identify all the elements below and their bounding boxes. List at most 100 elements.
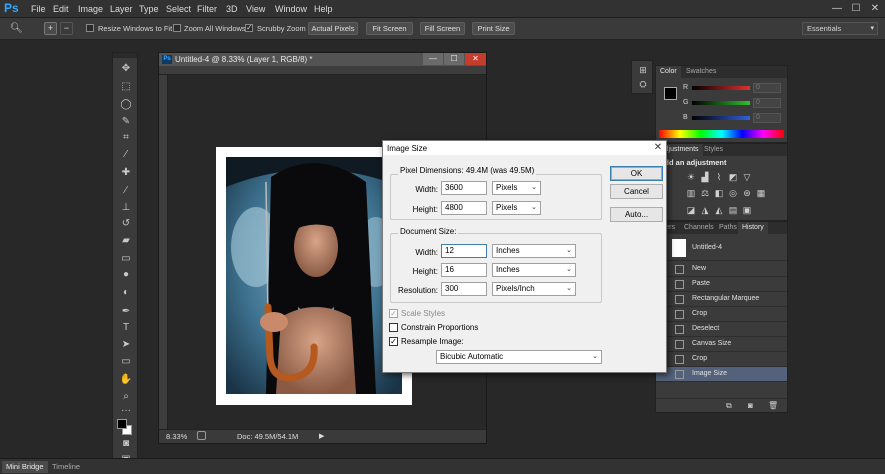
tab-history[interactable]: History [738,222,768,234]
status-menu-icon[interactable] [197,431,206,440]
dodge-tool-icon[interactable]: ◐ [119,287,133,299]
maximize-button[interactable]: ☐ [849,2,863,16]
fill-screen-button[interactable]: Fill Screen [420,22,465,35]
channel-mixer-icon[interactable]: ⊛ [742,188,752,198]
scale-styles-checkbox[interactable]: ✓ [389,309,398,318]
menu-select[interactable]: Select [166,4,191,14]
zoom-all-checkbox[interactable] [173,24,181,32]
doc-minimize-button[interactable]: — [423,53,443,65]
menu-filter[interactable]: Filter [197,4,217,14]
auto-button[interactable]: Auto... [610,207,663,222]
threshold-icon[interactable]: ◭ [714,205,724,215]
pen-tool-icon[interactable]: ✒ [119,306,133,318]
green-value[interactable]: 0 [753,98,781,108]
vibrance-icon[interactable]: ▽ [742,172,752,182]
healing-brush-tool-icon[interactable]: ✚ [119,167,133,179]
doc-maximize-button[interactable]: ☐ [444,53,464,65]
resolution-unit-select[interactable]: Pixels/Inch ⌄ [492,282,576,296]
history-brush-tool-icon[interactable]: ↺ [119,218,133,230]
blur-tool-icon[interactable]: ● [119,269,133,281]
foreground-color-swatch[interactable] [117,419,127,429]
gradient-tool-icon[interactable]: ▭ [119,253,133,265]
color-spectrum-ramp[interactable] [659,130,784,138]
ok-button[interactable]: OK [610,166,663,181]
history-item[interactable]: Crop [656,352,787,367]
brightness-contrast-icon[interactable]: ☀ [686,172,696,182]
actual-pixels-button[interactable]: Actual Pixels [308,22,358,35]
zoom-out-icon[interactable]: − [60,22,73,35]
tab-timeline[interactable]: Timeline [48,461,84,473]
minimize-button[interactable]: — [830,2,844,16]
color-balance-icon[interactable]: ⚖ [700,188,710,198]
history-item[interactable]: Crop [656,307,787,322]
more-tools-icon[interactable]: ··· [119,405,133,417]
red-value[interactable]: 0 [753,83,781,93]
clone-stamp-tool-icon[interactable]: ⊥ [119,202,133,214]
quick-mask-icon[interactable]: ◙ [119,438,133,450]
pixel-height-input[interactable]: 4800 [441,201,487,215]
properties-panel-icon[interactable]: ⛭ [637,79,649,91]
history-item[interactable]: Canvas Size [656,337,787,352]
menu-type[interactable]: Type [139,4,159,14]
tab-channels[interactable]: Channels [680,222,718,234]
doc-width-input[interactable]: 12 [441,244,487,258]
tab-color[interactable]: Color [656,66,681,78]
tools-panel-grip[interactable] [113,53,137,58]
menu-3d[interactable]: 3D [226,4,238,14]
cancel-button[interactable]: Cancel [610,184,663,199]
zoom-tool-panel-icon[interactable]: ⌕ [119,391,133,403]
crop-tool-icon[interactable]: ⌗ [119,132,133,144]
history-item[interactable]: Paste [656,277,787,292]
new-snapshot-icon[interactable]: ◙ [748,401,753,410]
doc-height-input[interactable]: 16 [441,263,487,277]
history-item[interactable]: Image Size [656,367,787,382]
close-button[interactable]: ✕ [868,2,882,16]
eyedropper-tool-icon[interactable]: ⁄ [119,149,133,161]
trash-icon[interactable]: 🗑︎ [768,401,778,410]
zoom-level[interactable]: 8.33% [166,432,187,441]
quick-selection-tool-icon[interactable]: ✎ [119,116,133,128]
tab-swatches[interactable]: Swatches [682,66,720,78]
dialog-titlebar[interactable]: Image Size ✕ [383,141,666,155]
zoom-in-icon[interactable]: + [44,22,57,35]
exposure-icon[interactable]: ◩ [728,172,738,182]
color-fg-swatch[interactable] [664,87,677,100]
tab-mini-bridge[interactable]: Mini Bridge [2,461,48,473]
pixel-width-unit-select[interactable]: Pixels ⌄ [492,181,541,195]
red-slider[interactable] [692,86,750,90]
blue-slider[interactable] [692,116,750,120]
gradient-map-icon[interactable]: ▤ [728,205,738,215]
history-item[interactable]: Deselect [656,322,787,337]
doc-width-unit-select[interactable]: Inches ⌄ [492,244,576,258]
history-item[interactable]: New [656,262,787,277]
eraser-tool-icon[interactable]: ▰ [119,235,133,247]
menu-image[interactable]: Image [78,4,103,14]
marquee-tool-icon[interactable]: ⬚ [119,81,133,93]
zoom-tool-icon[interactable]: 🔍︎ [10,22,24,35]
dialog-close-icon[interactable]: ✕ [652,142,664,154]
ruler-top[interactable] [159,66,486,75]
photo-filter-icon[interactable]: ◎ [728,188,738,198]
status-arrow-icon[interactable]: ▶ [319,432,324,440]
menu-file[interactable]: File [31,4,46,14]
document-titlebar[interactable]: Ps Untitled-4 @ 8.33% (Layer 1, RGB/8) *… [159,53,486,66]
resample-image-checkbox[interactable]: ✓ [389,337,398,346]
fit-screen-button[interactable]: Fit Screen [366,22,413,35]
history-panel-icon[interactable]: ⊞ [637,65,649,77]
move-tool-icon[interactable]: ✥ [119,63,133,75]
constrain-proportions-checkbox[interactable] [389,323,398,332]
black-white-icon[interactable]: ◧ [714,188,724,198]
tab-styles[interactable]: Styles [700,144,727,156]
menu-help[interactable]: Help [314,4,333,14]
menu-layer[interactable]: Layer [110,4,133,14]
invert-icon[interactable]: ◪ [686,205,696,215]
history-item[interactable]: Rectangular Marquee [656,292,787,307]
doc-close-button[interactable]: ✕ [465,53,486,65]
resolution-input[interactable]: 300 [441,282,487,296]
ruler-left[interactable] [159,75,168,429]
resample-method-select[interactable]: Bicubic Automatic ⌄ [436,350,602,364]
pixel-height-unit-select[interactable]: Pixels ⌄ [492,201,541,215]
levels-icon[interactable]: ▟ [700,172,710,182]
scrubby-zoom-checkbox[interactable]: ✓ [245,24,253,32]
brush-tool-icon[interactable]: ∕ [119,185,133,197]
